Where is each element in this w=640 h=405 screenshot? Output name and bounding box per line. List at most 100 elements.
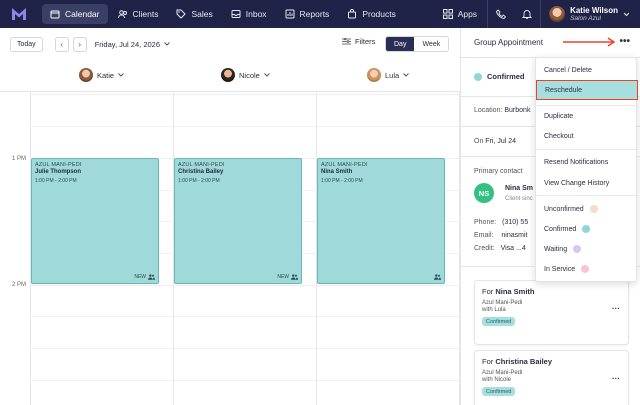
nav-inbox[interactable]: Inbox bbox=[223, 4, 275, 24]
staff-name: Lula bbox=[385, 70, 400, 80]
staff-nicole[interactable]: Nicole bbox=[221, 68, 270, 82]
appointment-block[interactable]: AZUL MANI-PEDI Christina Bailey 1:00 PM … bbox=[174, 158, 302, 284]
guest-staff: with Nicole bbox=[482, 377, 512, 383]
nav-reports[interactable]: Reports bbox=[277, 4, 338, 24]
menu-label: In Service bbox=[544, 265, 576, 273]
menu-label: Duplicate bbox=[544, 112, 574, 120]
appointment-service: AZUL MANI-PEDI bbox=[35, 162, 82, 168]
day-view-button[interactable]: Day bbox=[386, 37, 415, 51]
guest-card[interactable]: For Christina Bailey Azul Mani-Pedi with… bbox=[474, 350, 629, 405]
appointment-client: Julie Thompson bbox=[35, 169, 82, 175]
appointment-client: Christina Bailey bbox=[178, 169, 224, 175]
email-row: Email: ninasmit bbox=[474, 232, 527, 239]
more-options-button[interactable]: ••• bbox=[619, 36, 630, 47]
bell-icon bbox=[522, 10, 533, 19]
avatar bbox=[79, 68, 93, 82]
guest-card[interactable]: For Nina Smith Azul Mani-Pedi with Lula … bbox=[474, 280, 629, 345]
email-value[interactable]: ninasmit bbox=[501, 232, 527, 239]
group-icon bbox=[434, 274, 441, 280]
date-picker[interactable]: Friday, Jul 24, 2026 bbox=[95, 40, 170, 49]
status-dot bbox=[581, 265, 590, 273]
chevron-down-icon bbox=[164, 42, 170, 46]
apps-label: Apps bbox=[457, 9, 478, 19]
menu-status-confirmed[interactable]: Confirmed bbox=[536, 219, 638, 239]
current-date: Friday, Jul 24, 2026 bbox=[94, 39, 161, 49]
nav-products[interactable]: Products bbox=[339, 4, 404, 24]
prev-day-button[interactable]: ‹ bbox=[54, 36, 69, 52]
group-icon bbox=[291, 274, 298, 280]
contact-avatar: NS bbox=[474, 183, 494, 203]
card-options-button[interactable]: ··· bbox=[612, 374, 620, 383]
appointment-block[interactable]: AZUL MANI-PEDI Nina Smith 1:00 PM - 2:00… bbox=[317, 158, 445, 284]
contact-name[interactable]: Nina Sm bbox=[505, 185, 533, 192]
phone-button[interactable] bbox=[488, 0, 514, 28]
appointment-service: AZUL MANI-PEDI bbox=[321, 162, 368, 168]
guest-service: Azul Mani-Pedi bbox=[482, 370, 523, 376]
credit-row: Credit: Visa ...4 bbox=[474, 245, 526, 252]
menu-reschedule[interactable]: Reschedule bbox=[536, 80, 638, 100]
week-view-button[interactable]: Week bbox=[414, 37, 448, 51]
status-dot bbox=[589, 205, 598, 213]
appointment-client: Nina Smith bbox=[321, 169, 353, 175]
menu-status-in-service[interactable]: In Service bbox=[536, 259, 638, 279]
menu-checkout[interactable]: Checkout bbox=[536, 126, 638, 146]
menu-label: Resend Notifications bbox=[544, 158, 609, 166]
tag-icon bbox=[176, 9, 187, 19]
staff-name: Nicole bbox=[239, 70, 260, 80]
menu-resend-notifications[interactable]: Resend Notifications bbox=[536, 152, 638, 172]
nav-sales[interactable]: Sales bbox=[168, 4, 220, 24]
calendar-grid[interactable]: 1 PM 2 PM AZUL MANI-PEDI Julie Thompson … bbox=[0, 92, 460, 405]
menu-label: Cancel / Delete bbox=[544, 66, 592, 74]
staff-lula[interactable]: Lula bbox=[367, 68, 410, 82]
for-prefix: For bbox=[482, 357, 494, 366]
menu-cancel-delete[interactable]: Cancel / Delete bbox=[536, 60, 638, 80]
chevron-left-icon: ‹ bbox=[60, 39, 64, 49]
avatar bbox=[221, 68, 235, 82]
notifications-button[interactable] bbox=[514, 0, 540, 28]
contact-since: Client sinc bbox=[505, 196, 533, 202]
slot-line bbox=[30, 126, 460, 127]
user-name: Katie Wilson bbox=[570, 5, 618, 15]
panel-title: Group Appointment bbox=[474, 38, 543, 47]
grid-icon bbox=[442, 9, 453, 19]
appointment-time: 1:00 PM - 2:00 PM bbox=[321, 178, 363, 184]
nav-clients-label: Clients bbox=[132, 9, 159, 19]
nav-calendar[interactable]: Calendar bbox=[42, 4, 108, 24]
menu-status-waiting[interactable]: Waiting bbox=[536, 239, 638, 259]
phone-row: Phone: (310) 55 bbox=[474, 219, 528, 226]
user-menu[interactable]: Katie Wilson Salon Azul bbox=[541, 0, 640, 28]
brand-logo[interactable] bbox=[12, 8, 26, 20]
card-options-button[interactable]: ··· bbox=[612, 304, 620, 313]
menu-view-change-history[interactable]: View Change History bbox=[536, 173, 638, 193]
nav-clients[interactable]: Clients bbox=[110, 4, 167, 24]
ellipsis-icon: ··· bbox=[612, 374, 620, 383]
for-prefix: For bbox=[482, 287, 494, 296]
phone-label: Phone: bbox=[474, 219, 497, 226]
phone-value[interactable]: (310) 55 bbox=[502, 219, 528, 226]
apps-button[interactable]: Apps bbox=[433, 9, 487, 19]
staff-katie[interactable]: Katie bbox=[79, 68, 124, 82]
view-toggle: Day Week bbox=[385, 36, 450, 52]
filter-icon bbox=[342, 38, 351, 45]
filters-button[interactable]: Filters bbox=[342, 37, 375, 46]
appointment-time: 1:00 PM - 2:00 PM bbox=[35, 178, 77, 184]
appointment-block[interactable]: AZUL MANI-PEDI Julie Thompson 1:00 PM - … bbox=[31, 158, 159, 284]
chevron-down-icon bbox=[263, 73, 270, 77]
location-label: Location: bbox=[474, 107, 503, 114]
new-client-badge: NEW bbox=[277, 274, 298, 280]
today-button[interactable]: Today bbox=[10, 36, 43, 52]
card-title: For Nina Smith bbox=[482, 287, 621, 296]
menu-divider bbox=[536, 149, 638, 150]
appointment-status[interactable]: Confirmed bbox=[474, 72, 525, 81]
status-dot bbox=[474, 72, 482, 81]
appointment-time: 1:00 PM - 2:00 PM bbox=[178, 178, 220, 184]
next-day-button[interactable]: › bbox=[72, 36, 87, 52]
new-client-badge bbox=[434, 274, 441, 280]
menu-status-unconfirmed[interactable]: Unconfirmed bbox=[536, 199, 638, 219]
guest-service: Azul Mani-Pedi bbox=[482, 300, 523, 306]
slot-line bbox=[30, 94, 460, 95]
chevron-down-icon bbox=[118, 73, 124, 77]
nav-calendar-label: Calendar bbox=[65, 9, 100, 19]
menu-duplicate[interactable]: Duplicate bbox=[536, 106, 638, 126]
credit-value: Visa ...4 bbox=[500, 245, 526, 252]
